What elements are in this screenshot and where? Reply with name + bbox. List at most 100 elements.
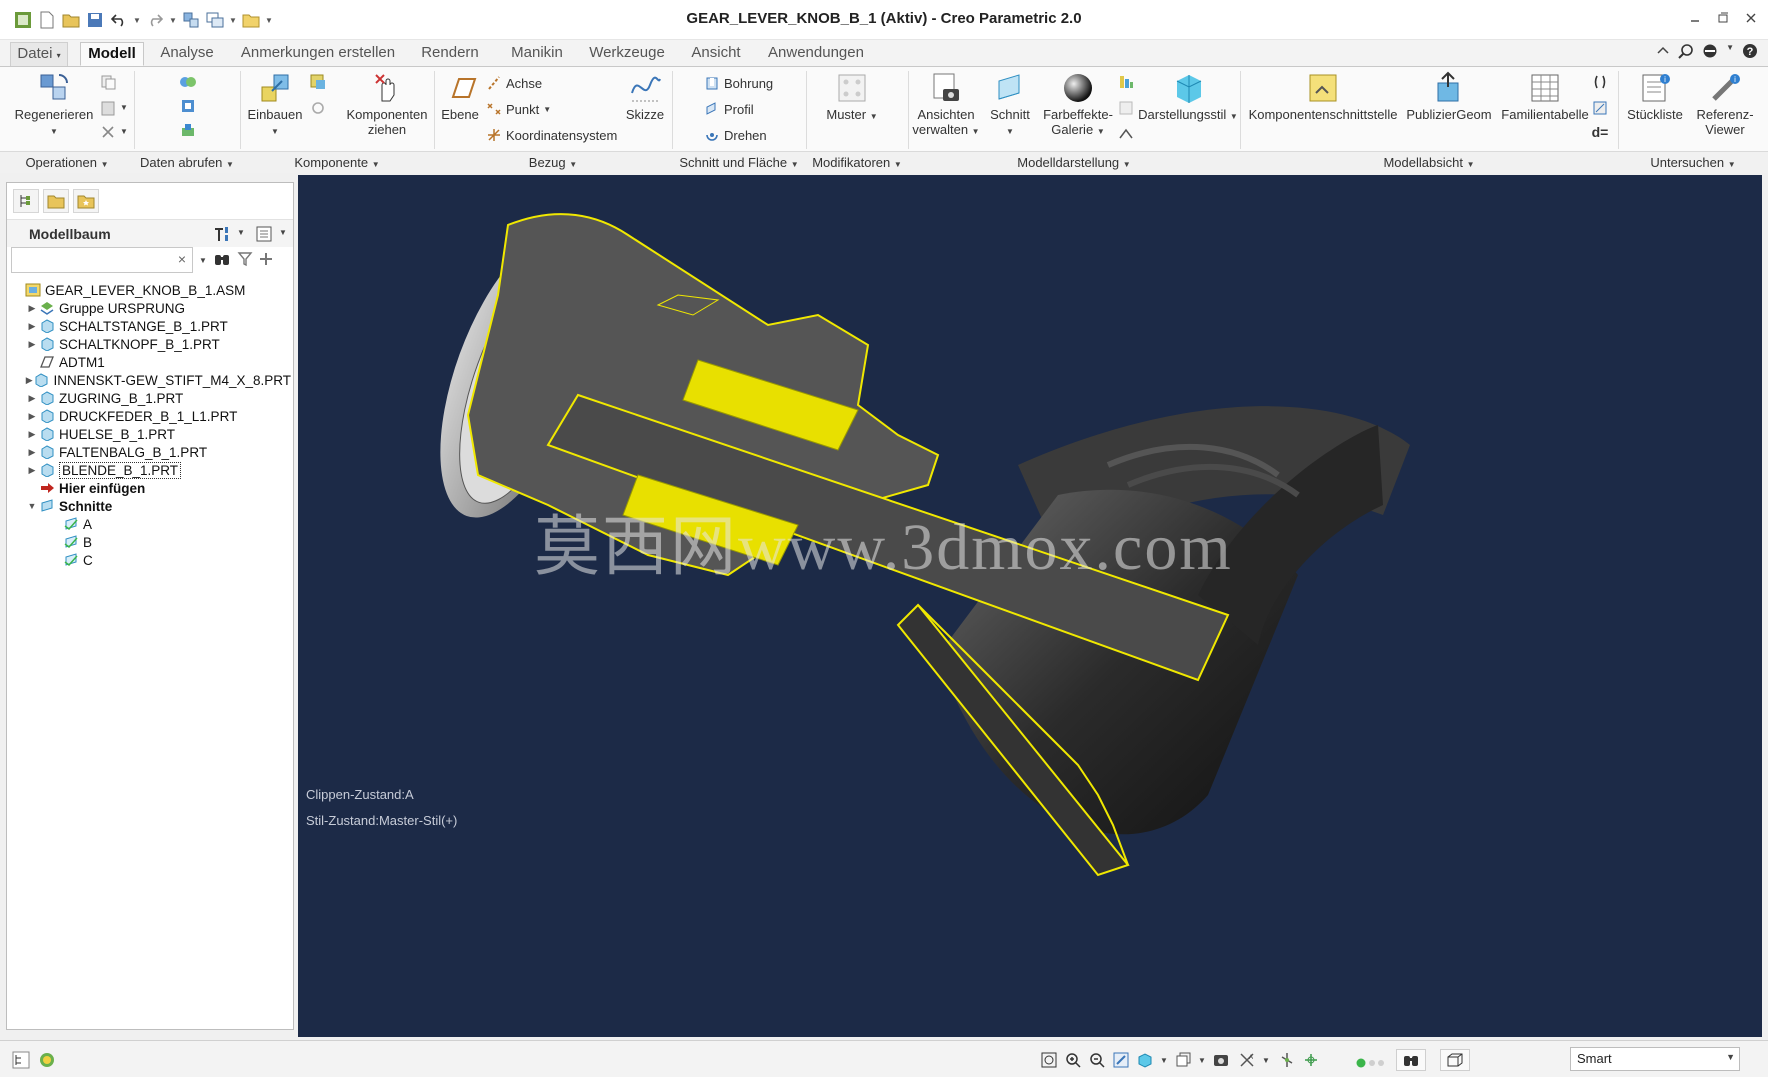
tree-settings-dropdown-icon[interactable]: ▼ [237, 228, 245, 237]
bohrung-button[interactable]: Bohrung [704, 73, 773, 93]
paste-dropdown-icon[interactable]: ▼ [120, 103, 128, 112]
tree-item[interactable]: ADTM1 [11, 353, 291, 371]
show-icon[interactable] [255, 225, 273, 246]
tree-search-field[interactable]: × [11, 247, 193, 273]
tree-item[interactable]: ▶ DRUCKFEDER_B_1_L1.PRT [11, 407, 291, 425]
tab-werkzeuge[interactable]: Werkzeuge [582, 42, 672, 66]
perspective-icon[interactable] [1116, 125, 1136, 143]
tab-ansicht[interactable]: Ansicht [684, 42, 748, 66]
tab-manikin[interactable]: Manikin [500, 42, 574, 66]
expand-icon[interactable]: ▶ [25, 319, 39, 333]
schnitt-button[interactable]: Schnitt ▼ [984, 71, 1036, 139]
expand-icon[interactable]: ▶ [25, 337, 39, 351]
refit-icon[interactable] [1038, 1049, 1060, 1071]
clear-search-icon[interactable]: × [178, 251, 186, 267]
paste-icon[interactable] [98, 99, 118, 117]
repaint-icon[interactable] [1110, 1049, 1132, 1071]
expand-icon[interactable]: ▶ [25, 463, 39, 477]
model-tree-tab-icon[interactable] [13, 189, 39, 213]
help-icon[interactable]: ? [1742, 43, 1758, 62]
group-komponente[interactable]: Komponente ▼ [240, 155, 434, 170]
repeat-icon[interactable] [308, 99, 328, 117]
minimize-ribbon-icon[interactable] [1656, 43, 1670, 62]
publiziergeom-button[interactable]: PublizierGeom [1402, 71, 1496, 122]
group-operationen[interactable]: Operationen ▼ [0, 155, 134, 170]
close-icon[interactable] [1742, 8, 1760, 28]
switch-dimensions-button[interactable]: d= [1590, 123, 1610, 141]
delete-dropdown-icon[interactable]: ▼ [120, 127, 128, 136]
expand-icon[interactable]: ▶ [25, 301, 39, 315]
delete-icon[interactable] [98, 123, 118, 141]
display-style-dropdown-icon[interactable]: ▼ [1160, 1056, 1168, 1065]
stueckliste-button[interactable]: i Stückliste [1620, 71, 1690, 122]
farbeffekte-galerie-button[interactable]: Farbeffekte- Galerie ▼ [1038, 71, 1118, 139]
minimize-icon[interactable] [1686, 8, 1704, 28]
drehen-button[interactable]: Drehen [704, 125, 767, 145]
tree-item[interactable]: A [11, 515, 291, 533]
view-manager-icon[interactable] [1210, 1049, 1232, 1071]
tree-settings-icon[interactable] [213, 225, 233, 246]
darstellungsstil-button[interactable]: Darstellungsstil ▼ [1136, 71, 1240, 124]
graphics-window[interactable]: 莫西网www.3dmox.com Clippen-Zustand:A Stil-… [298, 175, 1762, 1037]
expand-icon[interactable]: ▶ [25, 427, 39, 441]
folder-browser-tab-icon[interactable] [43, 189, 69, 213]
find-icon[interactable] [213, 251, 231, 270]
tree-item[interactable]: ▼ Schnitte [11, 497, 291, 515]
tab-rendern[interactable]: Rendern [414, 42, 486, 66]
tree-item[interactable]: GEAR_LEVER_KNOB_B_1.ASM [11, 281, 291, 299]
group-bezug[interactable]: Bezug ▼ [434, 155, 672, 170]
expand-icon[interactable]: ▶ [25, 373, 33, 387]
group-schnitt-und-flaeche[interactable]: Schnitt und Fläche ▼ [672, 155, 806, 170]
tab-analyse[interactable]: Analyse [150, 42, 224, 66]
tab-modell[interactable]: Modell [80, 42, 144, 66]
familientabelle-button[interactable]: Familientabelle [1498, 71, 1592, 122]
group-daten-abrufen[interactable]: Daten abrufen ▼ [134, 155, 240, 170]
regenerieren-button[interactable]: Regenerieren ▼ [14, 71, 94, 139]
display-style-icon[interactable] [1134, 1049, 1156, 1071]
zoom-out-icon[interactable] [1086, 1049, 1108, 1071]
tree-search-input[interactable] [16, 249, 166, 271]
show-browser-icon[interactable] [36, 1049, 58, 1071]
achse-button[interactable]: Achse [486, 73, 542, 93]
tab-anmerkungen-erstellen[interactable]: Anmerkungen erstellen [232, 42, 404, 66]
copy-icon[interactable] [98, 73, 118, 91]
expand-icon[interactable]: ▶ [25, 409, 39, 423]
annotation-display-icon[interactable] [1300, 1049, 1322, 1071]
ansichten-verwalten-button[interactable]: Ansichten verwalten ▼ [910, 71, 982, 139]
tree-item[interactable]: ▶ ZUGRING_B_1.PRT [11, 389, 291, 407]
group-modellabsicht[interactable]: Modellabsicht ▼ [1240, 155, 1618, 170]
tree-item[interactable]: Hier einfügen [11, 479, 291, 497]
community-dropdown-icon[interactable]: ▼ [1726, 43, 1734, 62]
show-navigator-icon[interactable] [10, 1049, 32, 1071]
merge-inheritance-icon[interactable] [178, 121, 198, 139]
group-modelldarstellung[interactable]: Modelldarstellung ▼ [908, 155, 1240, 170]
koordinatensystem-button[interactable]: Koordinatensystem [486, 125, 617, 145]
group-untersuchen[interactable]: Untersuchen ▼ [1618, 155, 1768, 170]
tree-item[interactable]: ▶ BLENDE_B_1.PRT [11, 461, 291, 479]
punkt-button[interactable]: Punkt ▼ [486, 99, 551, 119]
saved-orientations-icon[interactable] [1172, 1049, 1194, 1071]
einbauen-button[interactable]: Einbauen ▼ [244, 71, 306, 139]
selection-filter-dropdown-icon[interactable]: ▼ [1726, 1052, 1735, 1062]
tree-item[interactable]: B [11, 533, 291, 551]
tree-item[interactable]: C [11, 551, 291, 569]
skizze-button[interactable]: Skizze [620, 71, 670, 122]
muster-button[interactable]: Muster ▼ [820, 71, 884, 124]
datum-filter-dropdown-icon[interactable]: ▼ [1262, 1056, 1270, 1065]
restore-icon[interactable] [1714, 8, 1732, 28]
komponentenschnittstelle-button[interactable]: Komponentenschnittstelle [1246, 71, 1400, 122]
copy-geometry-icon[interactable] [178, 73, 198, 91]
find-button[interactable] [1396, 1049, 1426, 1071]
parameters-icon[interactable] [1590, 99, 1610, 117]
group-modifikatoren[interactable]: Modifikatoren ▼ [806, 155, 908, 170]
tab-anwendungen[interactable]: Anwendungen [760, 42, 872, 66]
tree-item[interactable]: ▶ FALTENBALG_B_1.PRT [11, 443, 291, 461]
relations-icon[interactable] [1590, 73, 1610, 91]
scene-icon[interactable] [1116, 99, 1136, 117]
expand-icon[interactable]: ▶ [25, 391, 39, 405]
tab-datei[interactable]: Datei ▾ [10, 42, 68, 66]
filter-icon[interactable] [237, 251, 253, 270]
ebene-button[interactable]: Ebene [436, 71, 484, 122]
datum-display-filter-icon[interactable]: A [1236, 1049, 1258, 1071]
favorites-tab-icon[interactable] [73, 189, 99, 213]
